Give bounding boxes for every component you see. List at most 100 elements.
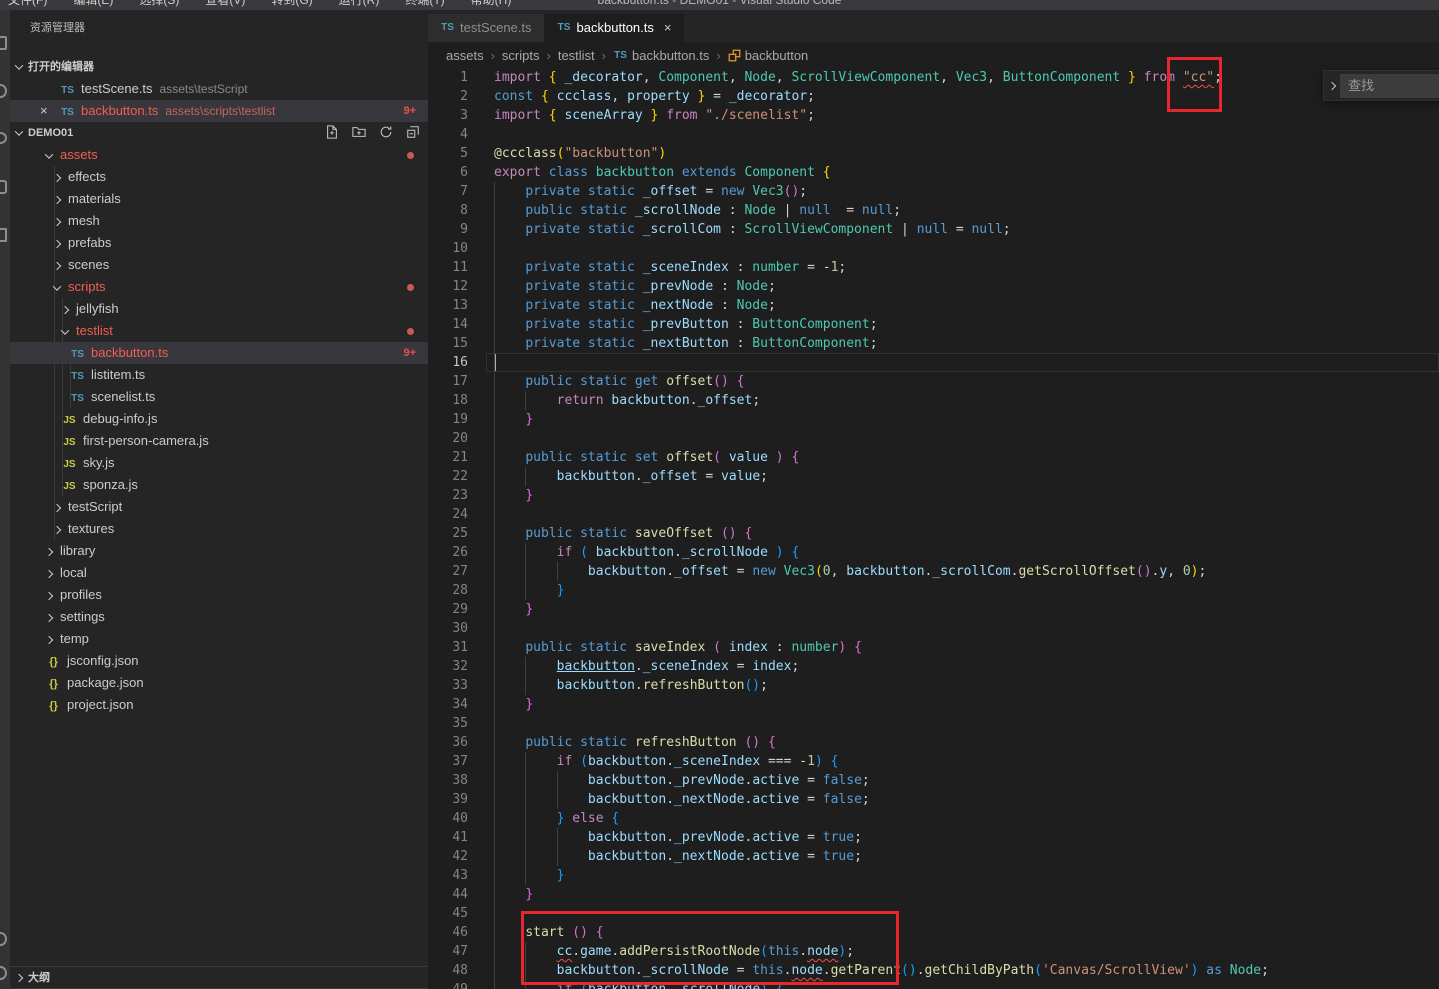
code-line-39[interactable]: 39 backbutton._nextNode.active = false;	[428, 790, 1439, 809]
code-line-38[interactable]: 38 backbutton._prevNode.active = false;	[428, 771, 1439, 790]
code-line-47[interactable]: 47 cc.game.addPersistRootNode(this.node)…	[428, 942, 1439, 961]
code-line-5[interactable]: 5@ccclass("backbutton")	[428, 144, 1439, 163]
code-line-9[interactable]: 9 private static _scrollCom : ScrollView…	[428, 220, 1439, 239]
tree-item-jsconfig.json[interactable]: {}jsconfig.json	[10, 650, 428, 672]
code-line-2[interactable]: 2const { ccclass, property } = _decorato…	[428, 87, 1439, 106]
project-header[interactable]: DEMO01	[10, 122, 428, 144]
code-line-18[interactable]: 18 return backbutton._offset;	[428, 391, 1439, 410]
code-line-26[interactable]: 26 if ( backbutton._scrollNode ) {	[428, 543, 1439, 562]
code-line-44[interactable]: 44 }	[428, 885, 1439, 904]
tree-item-testlist[interactable]: testlist	[10, 320, 428, 342]
account-icon[interactable]	[0, 932, 7, 946]
code-line-22[interactable]: 22 backbutton._offset = value;	[428, 467, 1439, 486]
code-line-14[interactable]: 14 private static _prevButton : ButtonCo…	[428, 315, 1439, 334]
code-line-40[interactable]: 40 } else {	[428, 809, 1439, 828]
extensions-icon[interactable]	[0, 228, 7, 242]
code-line-8[interactable]: 8 public static _scrollNode : Node | nul…	[428, 201, 1439, 220]
code-line-27[interactable]: 27 backbutton._offset = new Vec3(0, back…	[428, 562, 1439, 581]
tree-item-scenelist.ts[interactable]: TSscenelist.ts	[10, 386, 428, 408]
collapse-all-icon[interactable]	[406, 125, 420, 139]
tree-item-mesh[interactable]: mesh	[10, 210, 428, 232]
find-toggle-replace-button[interactable]	[1324, 71, 1340, 100]
code-line-46[interactable]: 46 start () {	[428, 923, 1439, 942]
tab-testScene.ts[interactable]: TStestScene.ts	[428, 14, 545, 42]
tree-item-debug-info.js[interactable]: JSdebug-info.js	[10, 408, 428, 430]
close-icon[interactable]: ×	[664, 14, 672, 42]
source-control-icon[interactable]	[0, 132, 7, 144]
code-line-24[interactable]: 24	[428, 505, 1439, 524]
code-line-32[interactable]: 32 backbutton._sceneIndex = index;	[428, 657, 1439, 676]
code-line-28[interactable]: 28 }	[428, 581, 1439, 600]
code-line-6[interactable]: 6export class backbutton extends Compone…	[428, 163, 1439, 182]
code-line-35[interactable]: 35	[428, 714, 1439, 733]
open-editors-header[interactable]: 打开的编辑器	[10, 56, 428, 78]
tree-item-sky.js[interactable]: JSsky.js	[10, 452, 428, 474]
tree-item-library[interactable]: library	[10, 540, 428, 562]
code-line-30[interactable]: 30	[428, 619, 1439, 638]
tree-item-package.json[interactable]: {}package.json	[10, 672, 428, 694]
code-line-7[interactable]: 7 private static _offset = new Vec3();	[428, 182, 1439, 201]
tree-item-temp[interactable]: temp	[10, 628, 428, 650]
code-line-12[interactable]: 12 private static _prevNode : Node;	[428, 277, 1439, 296]
tree-item-materials[interactable]: materials	[10, 188, 428, 210]
breadcrumb-item-backbutton.ts[interactable]: TSbackbutton.ts	[613, 48, 709, 63]
search-icon[interactable]	[0, 84, 7, 98]
code-line-36[interactable]: 36 public static refreshButton () {	[428, 733, 1439, 752]
run-debug-icon[interactable]	[0, 180, 7, 194]
code-line-37[interactable]: 37 if (backbutton._sceneIndex === -1) {	[428, 752, 1439, 771]
breadcrumb-item-testlist[interactable]: testlist	[558, 48, 595, 63]
code-line-31[interactable]: 31 public static saveIndex ( index : num…	[428, 638, 1439, 657]
breadcrumb-item-backbutton[interactable]: backbutton	[728, 48, 809, 63]
tree-item-profiles[interactable]: profiles	[10, 584, 428, 606]
code-line-13[interactable]: 13 private static _nextNode : Node;	[428, 296, 1439, 315]
code-line-29[interactable]: 29 }	[428, 600, 1439, 619]
code-line-17[interactable]: 17 public static get offset() {	[428, 372, 1439, 391]
code-line-48[interactable]: 48 backbutton._scrollNode = this.node.ge…	[428, 961, 1439, 980]
tree-item-local[interactable]: local	[10, 562, 428, 584]
open-editor-backbutton.ts[interactable]: ×TSbackbutton.tsassets\scripts\testlist9…	[10, 100, 428, 122]
code-line-16[interactable]: 16	[428, 353, 1439, 372]
code-line-43[interactable]: 43 }	[428, 866, 1439, 885]
code-line-33[interactable]: 33 backbutton.refreshButton();	[428, 676, 1439, 695]
new-file-icon[interactable]	[325, 125, 339, 139]
tree-item-scenes[interactable]: scenes	[10, 254, 428, 276]
code-line-1[interactable]: 1import { _decorator, Component, Node, S…	[428, 68, 1439, 87]
code-line-15[interactable]: 15 private static _nextButton : ButtonCo…	[428, 334, 1439, 353]
outline-section-header[interactable]: 大纲	[10, 966, 428, 988]
code-line-10[interactable]: 10	[428, 239, 1439, 258]
code-line-21[interactable]: 21 public static set offset( value ) {	[428, 448, 1439, 467]
code-line-34[interactable]: 34 }	[428, 695, 1439, 714]
tree-item-first-person-camera.js[interactable]: JSfirst-person-camera.js	[10, 430, 428, 452]
code-line-25[interactable]: 25 public static saveOffset () {	[428, 524, 1439, 543]
tree-item-effects[interactable]: effects	[10, 166, 428, 188]
code-line-45[interactable]: 45	[428, 904, 1439, 923]
tree-item-settings[interactable]: settings	[10, 606, 428, 628]
settings-gear-icon[interactable]	[0, 966, 7, 980]
code-line-11[interactable]: 11 private static _sceneIndex : number =…	[428, 258, 1439, 277]
tree-item-testScript[interactable]: testScript	[10, 496, 428, 518]
code-line-4[interactable]: 4	[428, 125, 1439, 144]
tree-item-prefabs[interactable]: prefabs	[10, 232, 428, 254]
code-line-49[interactable]: 49 if (backbutton._scrollNode) {	[428, 980, 1439, 989]
explorer-icon[interactable]	[0, 36, 7, 50]
find-input[interactable]	[1340, 74, 1439, 98]
tree-item-project.json[interactable]: {}project.json	[10, 694, 428, 716]
tree-item-sponza.js[interactable]: JSsponza.js	[10, 474, 428, 496]
code-line-20[interactable]: 20	[428, 429, 1439, 448]
code-line-41[interactable]: 41 backbutton._prevNode.active = true;	[428, 828, 1439, 847]
tree-item-textures[interactable]: textures	[10, 518, 428, 540]
tree-item-backbutton.ts[interactable]: TSbackbutton.ts9+	[10, 342, 428, 364]
code-line-3[interactable]: 3import { sceneArray } from "./scenelist…	[428, 106, 1439, 125]
code-line-42[interactable]: 42 backbutton._nextNode.active = true;	[428, 847, 1439, 866]
breadcrumb-item-assets[interactable]: assets	[446, 48, 484, 63]
tree-item-jellyfish[interactable]: jellyfish	[10, 298, 428, 320]
code-line-19[interactable]: 19 }	[428, 410, 1439, 429]
new-folder-icon[interactable]	[352, 125, 366, 139]
tree-item-listitem.ts[interactable]: TSlistitem.ts	[10, 364, 428, 386]
tree-item-assets[interactable]: assets	[10, 144, 428, 166]
tree-item-scripts[interactable]: scripts	[10, 276, 428, 298]
tab-backbutton.ts[interactable]: TSbackbutton.ts×	[545, 14, 685, 42]
open-editor-testScene.ts[interactable]: TStestScene.tsassets\testScript	[10, 78, 428, 100]
close-icon[interactable]: ×	[40, 100, 48, 122]
refresh-icon[interactable]	[379, 125, 393, 139]
